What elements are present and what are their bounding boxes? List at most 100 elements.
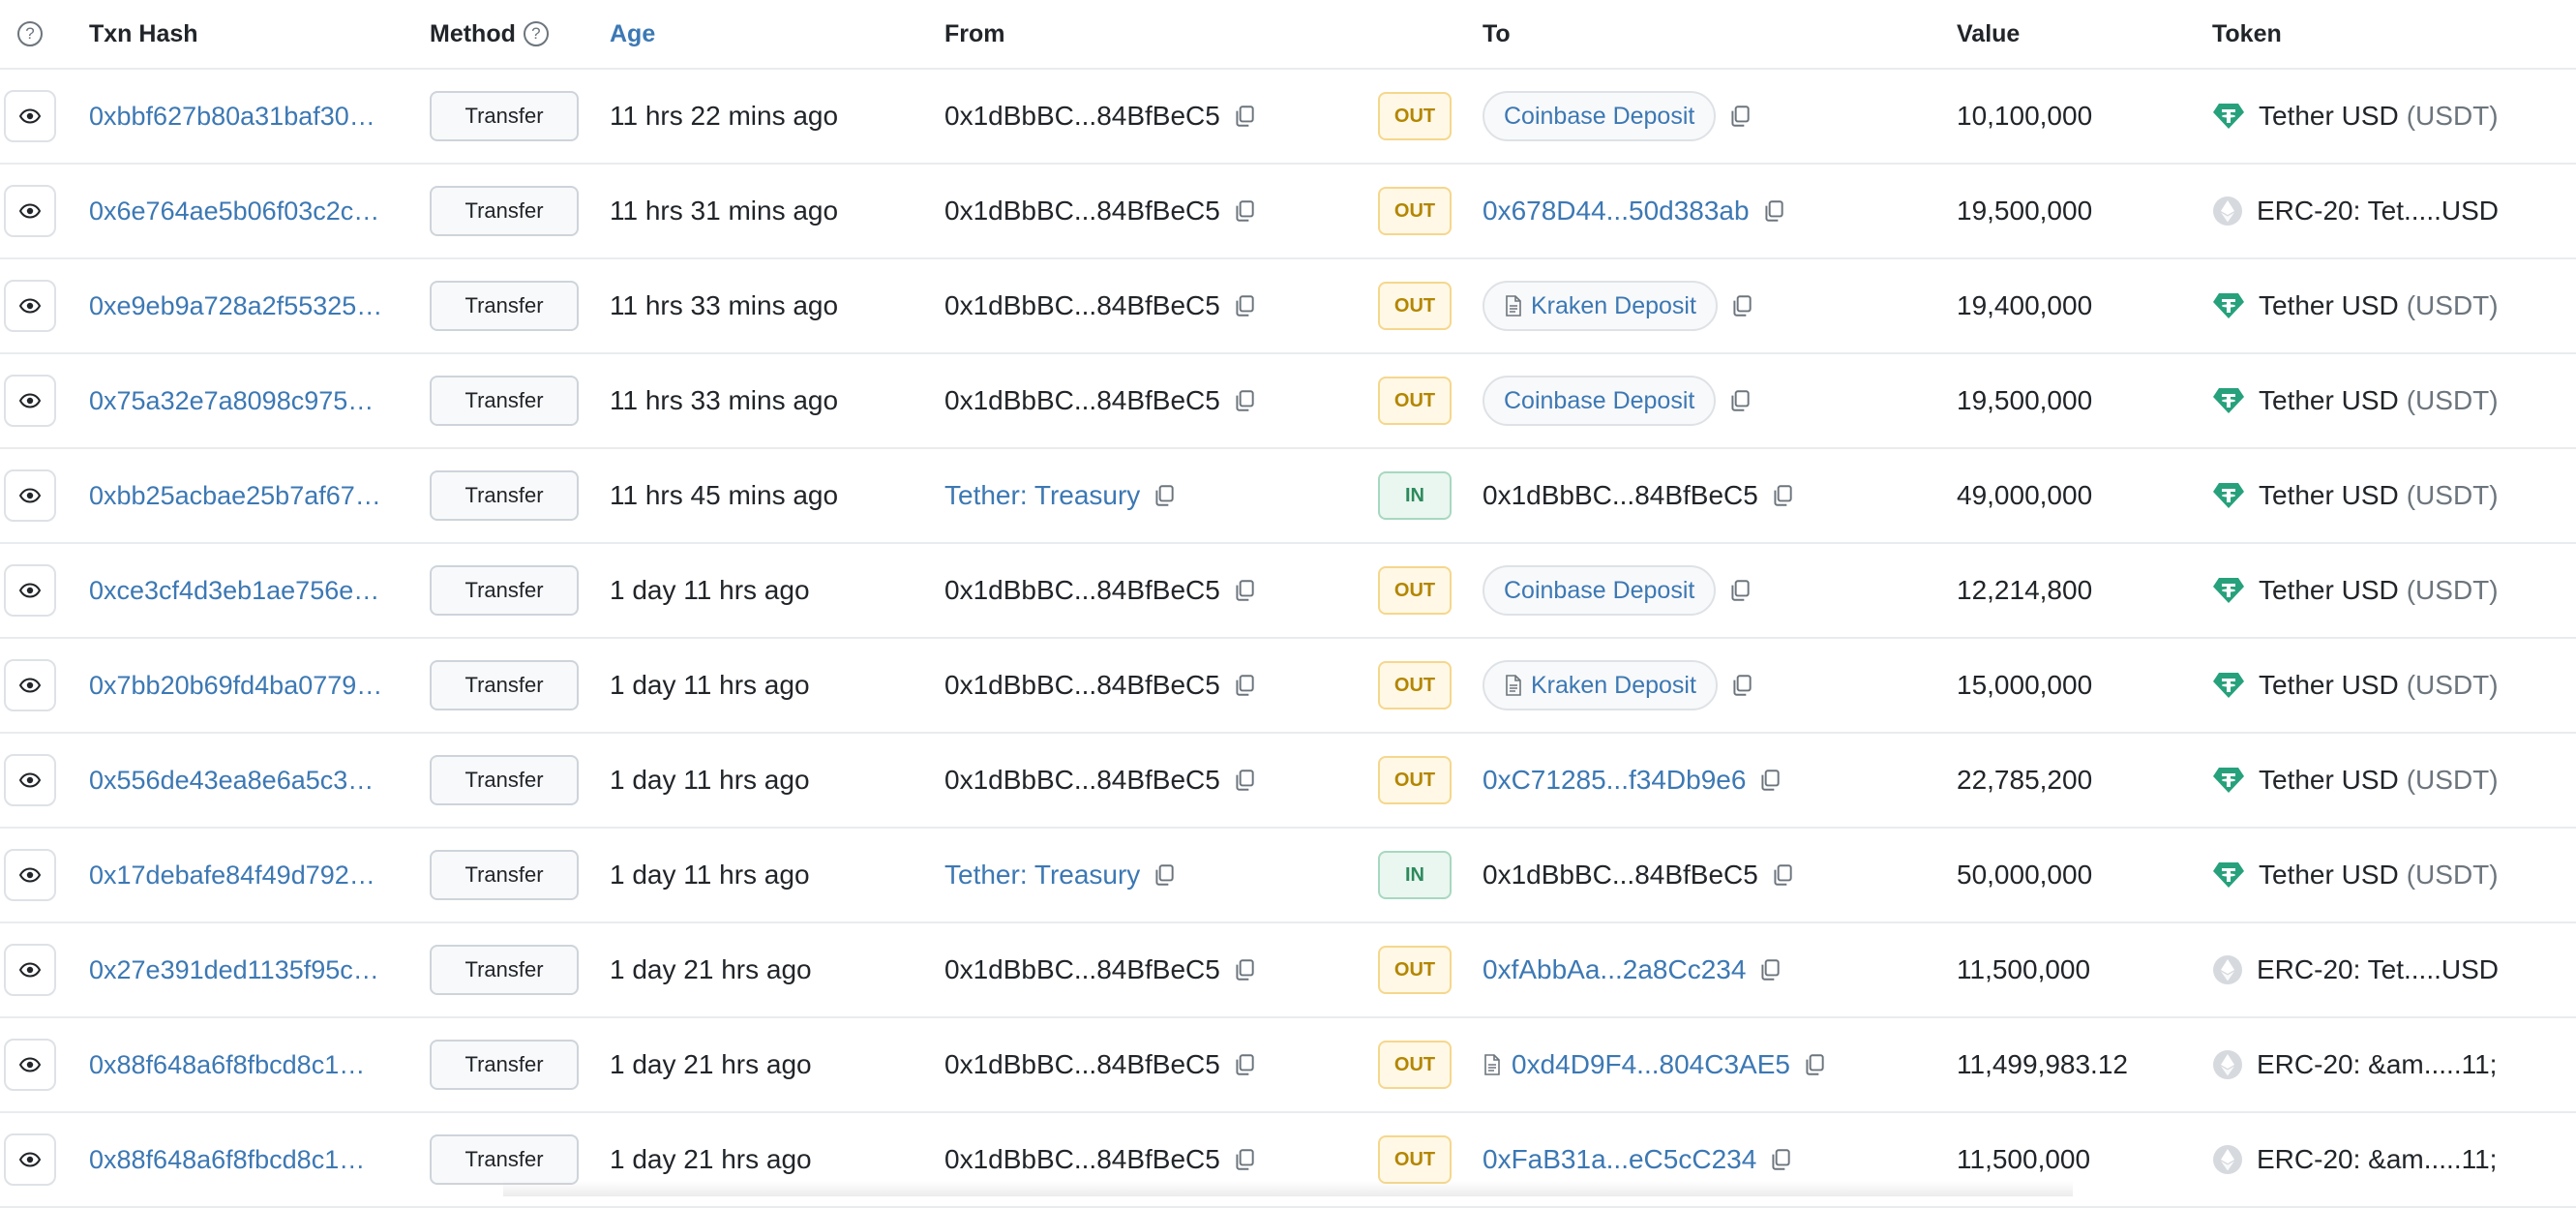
to-name-tag[interactable]: Coinbase Deposit bbox=[1483, 565, 1717, 616]
eye-icon[interactable] bbox=[4, 469, 56, 522]
token-cell[interactable]: Tether USD (USDT) bbox=[2212, 829, 2499, 921]
method-help-icon[interactable]: ? bbox=[523, 21, 549, 46]
from-address[interactable]: Tether: Treasury bbox=[944, 480, 1140, 511]
to-name-tag[interactable]: Kraken Deposit bbox=[1483, 281, 1718, 331]
copy-icon[interactable] bbox=[1232, 293, 1257, 318]
token-cell[interactable]: Tether USD (USDT) bbox=[2212, 734, 2499, 827]
token-cell[interactable]: Tether USD (USDT) bbox=[2212, 70, 2499, 163]
help-circle-icon[interactable]: ? bbox=[17, 21, 43, 46]
copy-icon[interactable] bbox=[1152, 483, 1177, 508]
to-address[interactable]: 0xC71285...f34Db9e6 bbox=[1483, 765, 1746, 796]
age-cell: 11 hrs 31 mins ago bbox=[610, 165, 838, 257]
copy-icon[interactable] bbox=[1232, 388, 1257, 413]
eye-icon[interactable] bbox=[4, 659, 56, 711]
txn-hash-link[interactable]: 0x27e391ded1135f95c… bbox=[89, 955, 399, 985]
eye-icon[interactable] bbox=[4, 185, 56, 237]
copy-icon[interactable] bbox=[1761, 198, 1786, 224]
token-cell[interactable]: Tether USD (USDT) bbox=[2212, 259, 2499, 352]
from-address[interactable]: Tether: Treasury bbox=[944, 860, 1140, 891]
token-link[interactable]: ERC-20: &am.....11; bbox=[2257, 1049, 2497, 1080]
token-link[interactable]: Tether USD (USDT) bbox=[2259, 860, 2499, 891]
token-link[interactable]: ERC-20: Tet.....USD bbox=[2257, 954, 2499, 985]
token-link[interactable]: Tether USD (USDT) bbox=[2259, 575, 2499, 606]
token-link[interactable]: Tether USD (USDT) bbox=[2259, 385, 2499, 416]
copy-icon[interactable] bbox=[1232, 1052, 1257, 1077]
txn-hash-cell: 0x556de43ea8e6a5c3… bbox=[89, 734, 399, 827]
eye-icon[interactable] bbox=[4, 849, 56, 901]
eye-icon[interactable] bbox=[4, 944, 56, 996]
token-link[interactable]: Tether USD (USDT) bbox=[2259, 765, 2499, 796]
eye-icon[interactable] bbox=[4, 1133, 56, 1186]
to-name-tag[interactable]: Coinbase Deposit bbox=[1483, 91, 1717, 141]
value-cell: 19,500,000 bbox=[1957, 354, 2092, 447]
to-name-tag[interactable]: Coinbase Deposit bbox=[1483, 376, 1717, 426]
token-link[interactable]: ERC-20: &am.....11; bbox=[2257, 1144, 2497, 1175]
token-cell[interactable]: ERC-20: &am.....11; bbox=[2212, 1018, 2497, 1111]
txn-hash-link[interactable]: 0xce3cf4d3eb1ae756e… bbox=[89, 576, 399, 606]
txn-hash-link[interactable]: 0x88f648a6f8fbcd8c1… bbox=[89, 1145, 399, 1175]
from-cell: 0x1dBbBC...84BfBeC5 bbox=[944, 70, 1257, 163]
copy-icon[interactable] bbox=[1727, 388, 1752, 413]
to-address[interactable]: 0xFaB31a...eC5cC234 bbox=[1483, 1144, 1756, 1175]
copy-icon[interactable] bbox=[1757, 957, 1782, 982]
to-address[interactable]: 0xd4D9F4...804C3AE5 bbox=[1512, 1049, 1790, 1080]
txn-hash-link[interactable]: 0x556de43ea8e6a5c3… bbox=[89, 766, 399, 796]
token-cell[interactable]: Tether USD (USDT) bbox=[2212, 354, 2499, 447]
eye-icon[interactable] bbox=[4, 90, 56, 142]
token-link[interactable]: Tether USD (USDT) bbox=[2259, 290, 2499, 321]
copy-icon[interactable] bbox=[1232, 104, 1257, 129]
eye-icon[interactable] bbox=[4, 280, 56, 332]
txn-hash-link[interactable]: 0x88f648a6f8fbcd8c1… bbox=[89, 1050, 399, 1080]
copy-icon[interactable] bbox=[1802, 1052, 1827, 1077]
token-cell[interactable]: ERC-20: Tet.....USD bbox=[2212, 165, 2499, 257]
txn-hash-link[interactable]: 0x7bb20b69fd4ba0779… bbox=[89, 671, 399, 701]
txn-hash-cell: 0x6e764ae5b06f03c2c… bbox=[89, 165, 399, 257]
copy-icon[interactable] bbox=[1727, 578, 1752, 603]
copy-icon[interactable] bbox=[1770, 483, 1795, 508]
copy-icon[interactable] bbox=[1729, 293, 1754, 318]
eth-icon bbox=[2212, 196, 2243, 226]
header-age[interactable]: Age bbox=[610, 0, 655, 68]
direction-cell: IN bbox=[1378, 449, 1452, 542]
eth-icon bbox=[2212, 1049, 2243, 1080]
direction-badge: OUT bbox=[1378, 1135, 1452, 1184]
copy-icon[interactable] bbox=[1232, 198, 1257, 224]
txn-hash-link[interactable]: 0xbb25acbae25b7af67… bbox=[89, 481, 399, 511]
token-cell[interactable]: Tether USD (USDT) bbox=[2212, 449, 2499, 542]
header-help[interactable]: ? bbox=[4, 0, 56, 68]
eye-icon[interactable] bbox=[4, 375, 56, 427]
token-cell[interactable]: Tether USD (USDT) bbox=[2212, 544, 2499, 637]
copy-icon[interactable] bbox=[1757, 768, 1782, 793]
eye-icon[interactable] bbox=[4, 564, 56, 617]
copy-icon[interactable] bbox=[1232, 1147, 1257, 1172]
copy-icon[interactable] bbox=[1232, 957, 1257, 982]
copy-icon[interactable] bbox=[1232, 673, 1257, 698]
copy-icon[interactable] bbox=[1770, 862, 1795, 888]
token-cell[interactable]: Tether USD (USDT) bbox=[2212, 639, 2499, 732]
token-cell[interactable]: ERC-20: &am.....11; bbox=[2212, 1113, 2497, 1206]
token-link[interactable]: ERC-20: Tet.....USD bbox=[2257, 196, 2499, 226]
direction-badge: OUT bbox=[1378, 187, 1452, 235]
txn-hash-link[interactable]: 0x75a32e7a8098c975… bbox=[89, 386, 399, 416]
copy-icon[interactable] bbox=[1727, 104, 1752, 129]
eye-icon[interactable] bbox=[4, 1039, 56, 1091]
txn-hash-link[interactable]: 0xbbf627b80a31baf30… bbox=[89, 102, 399, 132]
txn-hash-link[interactable]: 0xe9eb9a728a2f55325… bbox=[89, 291, 399, 321]
copy-icon[interactable] bbox=[1729, 673, 1754, 698]
copy-icon[interactable] bbox=[1232, 768, 1257, 793]
to-address[interactable]: 0xfAbbAa...2a8Cc234 bbox=[1483, 954, 1746, 985]
to-address[interactable]: 0x678D44...50d383ab bbox=[1483, 196, 1750, 226]
copy-icon[interactable] bbox=[1232, 578, 1257, 603]
txn-hash-link[interactable]: 0x17debafe84f49d792… bbox=[89, 861, 399, 891]
copy-icon[interactable] bbox=[1768, 1147, 1793, 1172]
to-name-tag[interactable]: Kraken Deposit bbox=[1483, 660, 1718, 710]
token-cell[interactable]: ERC-20: Tet.....USD bbox=[2212, 923, 2499, 1016]
copy-icon[interactable] bbox=[1152, 862, 1177, 888]
token-link[interactable]: Tether USD (USDT) bbox=[2259, 101, 2499, 132]
token-link[interactable]: Tether USD (USDT) bbox=[2259, 480, 2499, 511]
token-link[interactable]: Tether USD (USDT) bbox=[2259, 670, 2499, 701]
bottom-scroll-shadow bbox=[503, 1181, 2073, 1196]
eye-icon[interactable] bbox=[4, 754, 56, 806]
from-cell: 0x1dBbBC...84BfBeC5 bbox=[944, 1018, 1257, 1111]
txn-hash-link[interactable]: 0x6e764ae5b06f03c2c… bbox=[89, 196, 399, 226]
